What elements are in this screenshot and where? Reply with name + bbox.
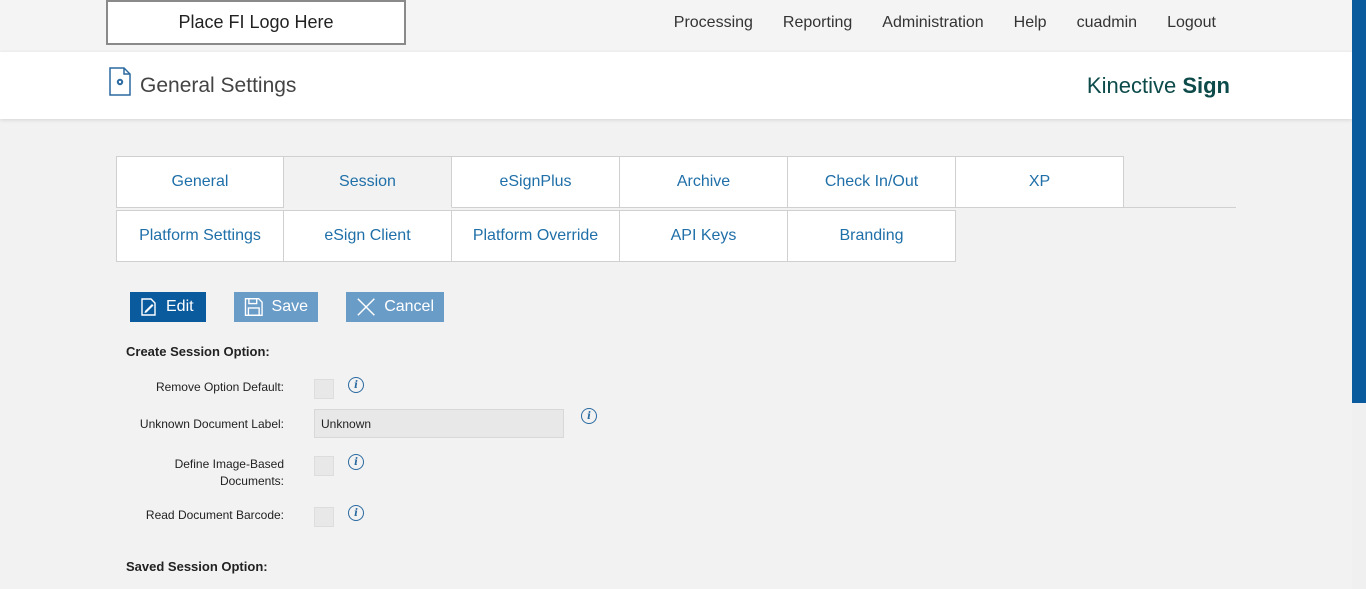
scrollbar-thumb[interactable] (1352, 0, 1366, 403)
read-document-barcode-checkbox[interactable] (314, 507, 334, 527)
edit-button[interactable]: Edit (130, 292, 206, 322)
info-icon[interactable]: i (348, 454, 364, 470)
saved-session-option-title: Saved Session Option: (126, 559, 268, 574)
save-label: Save (271, 298, 308, 315)
brand-name: Kinective Sign (1087, 73, 1230, 99)
save-icon (244, 298, 263, 316)
unknown-document-label-input[interactable] (314, 409, 564, 438)
unknown-document-label-label: Unknown Document Label: (139, 417, 284, 431)
brand-bold: Sign (1182, 73, 1230, 98)
logo-placeholder: Place FI Logo Here (106, 0, 406, 45)
tab-esign-client[interactable]: eSign Client (284, 210, 452, 262)
tab-branding[interactable]: Branding (788, 210, 956, 262)
tab-api-keys[interactable]: API Keys (620, 210, 788, 262)
nav-logout[interactable]: Logout (1167, 14, 1216, 32)
info-icon[interactable]: i (348, 505, 364, 521)
define-image-based-documents-checkbox[interactable] (314, 456, 334, 476)
info-icon[interactable]: i (348, 377, 364, 393)
remove-option-default-checkbox[interactable] (314, 379, 334, 399)
scrollbar[interactable] (1352, 0, 1366, 589)
define-image-based-label-line2: Documents: (219, 474, 284, 488)
cancel-button[interactable]: Cancel (346, 292, 444, 322)
edit-label: Edit (166, 298, 194, 315)
page-title: General Settings (140, 74, 297, 97)
tab-esignplus[interactable]: eSignPlus (452, 156, 620, 208)
tab-check-in-out[interactable]: Check In/Out (788, 156, 956, 208)
nav-administration[interactable]: Administration (882, 14, 983, 32)
nav-reporting[interactable]: Reporting (783, 14, 852, 32)
info-icon[interactable]: i (581, 408, 597, 424)
brand-light: Kinective (1086, 73, 1177, 98)
tabs-row-2: Platform Settings eSign Client Platform … (116, 210, 956, 262)
define-image-based-label-line1: Define Image-Based (174, 457, 284, 471)
edit-icon (141, 298, 156, 316)
tab-session[interactable]: Session (284, 156, 452, 208)
tab-archive[interactable]: Archive (620, 156, 788, 208)
tab-general[interactable]: General (116, 156, 284, 208)
tab-platform-settings[interactable]: Platform Settings (116, 210, 284, 262)
nav-help[interactable]: Help (1014, 14, 1047, 32)
tab-platform-override[interactable]: Platform Override (452, 210, 620, 262)
close-icon (357, 298, 375, 316)
settings-document-icon (109, 67, 131, 96)
read-document-barcode-label: Read Document Barcode: (145, 508, 284, 522)
nav-user[interactable]: cuadmin (1077, 14, 1137, 32)
cancel-label: Cancel (384, 298, 434, 315)
define-image-based-documents-label: Define Image-Based Documents: (175, 456, 284, 490)
create-session-option-title: Create Session Option: (126, 344, 270, 359)
top-bar: Place FI Logo Here Processing Reporting … (0, 0, 1352, 52)
remove-option-default-label: Remove Option Default: (155, 380, 284, 394)
tab-xp[interactable]: XP (956, 156, 1124, 208)
save-button[interactable]: Save (234, 292, 318, 322)
tabs-row-1: General Session eSignPlus Archive Check … (116, 156, 1124, 208)
nav-processing[interactable]: Processing (674, 14, 753, 32)
main-nav: Processing Reporting Administration Help… (644, 0, 1216, 46)
page-header: General Settings Kinective Sign (0, 52, 1352, 119)
